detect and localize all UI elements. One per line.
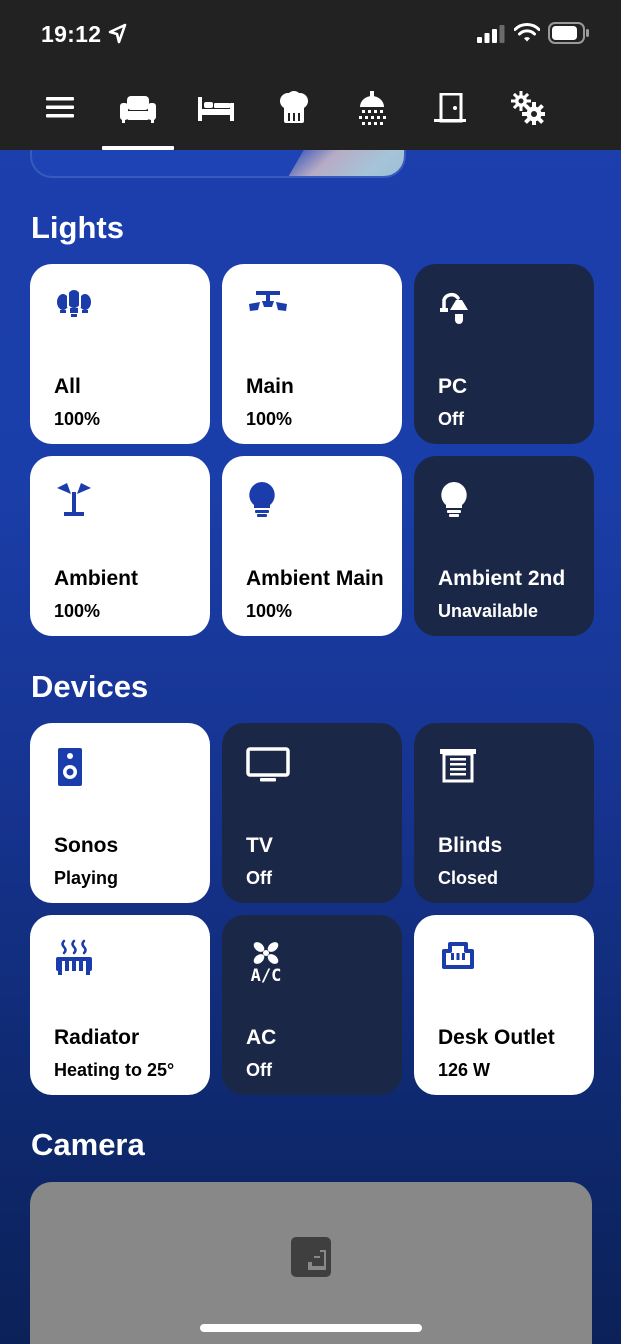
bed-icon[interactable] (198, 97, 234, 121)
tile-state: Off (438, 409, 464, 429)
status-time: 19:12 (41, 21, 102, 47)
menu-icon[interactable] (46, 97, 74, 119)
tile-name: Sonos (54, 834, 119, 857)
device-tile-radiator[interactable]: Radiator Heating to 25° (30, 915, 210, 1095)
tile-name: Blinds (438, 834, 503, 857)
tile-state: Heating to 25° (54, 1060, 175, 1080)
lights-section-title: Lights (31, 210, 124, 245)
device-tile-blinds[interactable]: Blinds Closed (414, 723, 594, 903)
light-tile-pc[interactable]: PC Off (414, 264, 594, 444)
device-tile-desk-outlet[interactable]: Desk Outlet 126 W (414, 915, 594, 1095)
door-icon[interactable] (434, 93, 466, 123)
light-tile-ambient-main[interactable]: Ambient Main 100% (222, 456, 402, 636)
speaker-icon (58, 748, 82, 786)
location-arrow-icon (108, 23, 127, 44)
shower-icon[interactable] (357, 91, 387, 125)
camera-section-title: Camera (31, 1127, 145, 1162)
devices-section-title: Devices (31, 669, 149, 704)
tile-name: Ambient 2nd (438, 567, 566, 590)
tile-state: 100% (54, 601, 101, 621)
chef-hat-icon[interactable] (279, 91, 309, 124)
tile-state: Closed (438, 868, 499, 888)
ac-icon: A/C (251, 942, 282, 983)
camera-feed-placeholder[interactable] (30, 1182, 592, 1344)
device-tile-sonos[interactable]: Sonos Playing (30, 723, 210, 903)
tile-state: 100% (246, 601, 293, 621)
device-tile-tv[interactable]: TV Off (222, 723, 402, 903)
home-indicator[interactable] (200, 1324, 422, 1332)
light-tile-all[interactable]: All 100% (30, 264, 210, 444)
floor-lamp-icon (57, 483, 91, 516)
tile-state: Off (246, 868, 272, 888)
tile-name: TV (246, 834, 273, 857)
tv-icon (246, 747, 290, 782)
tile-state: 100% (246, 409, 293, 429)
broken-image-icon (291, 1237, 331, 1277)
desk-lamp-icon (440, 293, 468, 324)
tile-name: Ambient (54, 567, 138, 590)
tile-state: Off (246, 1060, 272, 1080)
tile-name: Ambient Main (246, 567, 384, 590)
active-tab-indicator (102, 146, 174, 150)
tile-name: Radiator (54, 1026, 140, 1049)
tile-state: 126 W (438, 1060, 491, 1080)
wifi-icon (514, 23, 540, 42)
tile-state: 100% (54, 409, 101, 429)
power-socket-icon (442, 942, 474, 969)
tile-name: PC (438, 375, 468, 398)
tile-state: Unavailable (438, 601, 539, 621)
tile-name: Desk Outlet (438, 1026, 555, 1049)
tile-name: All (54, 375, 81, 398)
light-tile-ambient[interactable]: Ambient 100% (30, 456, 210, 636)
multi-bulb-icon (57, 290, 91, 317)
bulb-icon (249, 482, 275, 517)
tile-name: Main (246, 375, 294, 398)
ceiling-light-icon (249, 291, 287, 311)
svg-text:A/C: A/C (251, 966, 282, 983)
sofa-icon[interactable] (120, 94, 156, 124)
blinds-icon (440, 749, 476, 783)
tile-name: AC (246, 1026, 277, 1049)
radiator-icon (56, 939, 92, 975)
battery-icon (548, 22, 589, 44)
settings-gears-icon[interactable] (511, 91, 545, 125)
light-tile-main[interactable]: Main 100% (222, 264, 402, 444)
tile-state: Playing (54, 868, 119, 888)
top-bar: 19:12 (0, 0, 621, 150)
bulb-icon (441, 482, 467, 517)
light-tile-ambient-2nd[interactable]: Ambient 2nd Unavailable (414, 456, 594, 636)
cellular-signal-icon (477, 25, 505, 43)
device-tile-ac[interactable]: A/C AC Off (222, 915, 402, 1095)
